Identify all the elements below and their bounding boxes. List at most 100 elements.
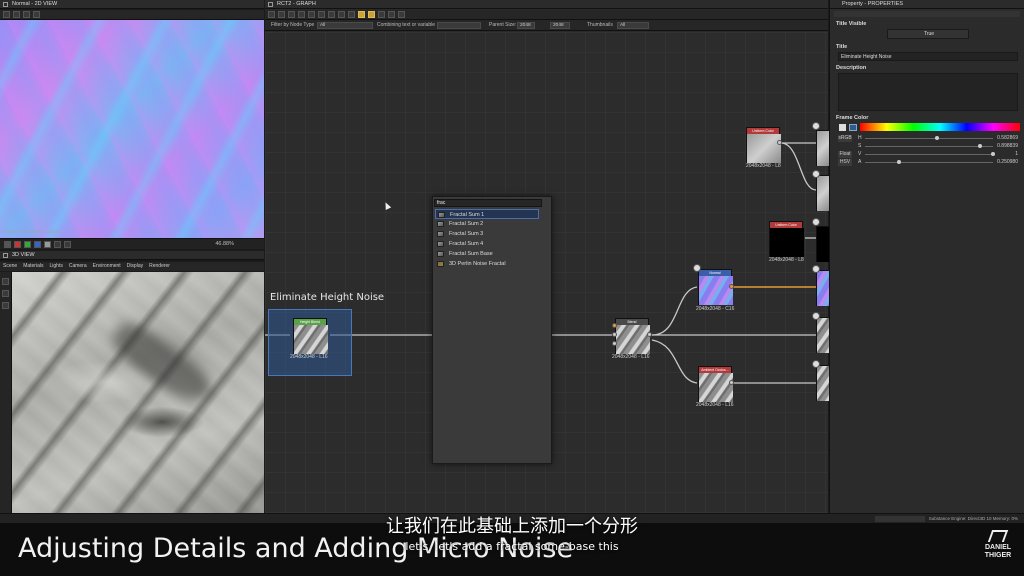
- node-settings-icon[interactable]: [812, 170, 820, 178]
- menu-renderer[interactable]: Renderer: [149, 262, 170, 271]
- normal-node[interactable]: Normal: [698, 269, 733, 305]
- link-icon[interactable]: [388, 11, 395, 18]
- float-mode-label[interactable]: Float: [838, 151, 852, 158]
- title-input[interactable]: Eliminate Height Noise: [838, 52, 1018, 61]
- fit-icon[interactable]: [64, 240, 71, 248]
- slider-knob[interactable]: [991, 152, 995, 156]
- output-port[interactable]: [777, 140, 782, 145]
- grid-icon[interactable]: [33, 11, 40, 18]
- hue-spectrum[interactable]: [860, 123, 1020, 131]
- layout-icon[interactable]: [298, 11, 305, 18]
- popup-item-fractal-sum-2[interactable]: Fractal Sum 2: [435, 219, 539, 229]
- fit-view-icon[interactable]: [268, 11, 275, 18]
- frame-title: Eliminate Height Noise: [270, 292, 385, 303]
- node-settings-icon[interactable]: [812, 265, 820, 273]
- menu-materials[interactable]: Materials: [23, 262, 43, 271]
- move-icon[interactable]: [2, 302, 9, 309]
- channels-icon[interactable]: [23, 11, 30, 18]
- settings-icon[interactable]: [398, 11, 405, 18]
- pin-icon[interactable]: [378, 11, 385, 18]
- menu-lights[interactable]: Lights: [49, 262, 62, 271]
- h-slider[interactable]: [865, 138, 993, 139]
- popup-item-3d-perlin-noise-fractal[interactable]: 3D Perlin Noise Fractal: [435, 259, 539, 269]
- v-slider[interactable]: [865, 154, 993, 155]
- hsv-mode-label[interactable]: HSV: [838, 159, 852, 166]
- description-textarea[interactable]: [838, 73, 1018, 111]
- snapshot-icon[interactable]: [288, 11, 295, 18]
- color-mode-label[interactable]: sRGB: [838, 135, 852, 142]
- output-port[interactable]: [729, 284, 734, 289]
- channel-rgb-icon[interactable]: [4, 240, 11, 248]
- channel-b-icon[interactable]: [34, 240, 41, 248]
- slider-knob[interactable]: [897, 160, 901, 164]
- parent-size-select[interactable]: 2048: [517, 22, 535, 29]
- node-settings-icon[interactable]: [812, 122, 820, 130]
- channel-a-icon[interactable]: [44, 240, 51, 248]
- align-left-icon[interactable]: [328, 11, 335, 18]
- 3d-rock-preview[interactable]: [12, 272, 264, 513]
- node-settings-icon[interactable]: [812, 312, 820, 320]
- node-search-input[interactable]: frac: [434, 199, 542, 207]
- popup-item-fractal-sum-4[interactable]: Fractal Sum 4: [435, 239, 539, 249]
- properties-collapse-bar[interactable]: [834, 11, 1020, 17]
- light-icon[interactable]: [2, 290, 9, 297]
- node-settings-icon[interactable]: [812, 218, 820, 226]
- blend-node[interactable]: Blend: [615, 318, 650, 354]
- frame-color-swatch[interactable]: [849, 124, 857, 131]
- slider-knob[interactable]: [978, 144, 982, 148]
- menu-display[interactable]: Display: [127, 262, 143, 271]
- node-icon: [438, 212, 445, 218]
- output-node-3[interactable]: [816, 226, 829, 262]
- zoom-in-icon[interactable]: [278, 11, 285, 18]
- combine-input[interactable]: [437, 22, 481, 29]
- popup-item-fractal-sum-1[interactable]: Fractal Sum 1: [435, 209, 539, 219]
- search-icon[interactable]: [308, 11, 315, 18]
- popup-item-fractal-sum-base[interactable]: Fractal Sum Base: [435, 249, 539, 259]
- uniform-color-node[interactable]: Uniform Color: [746, 127, 781, 163]
- channel-g-icon[interactable]: [24, 240, 31, 248]
- output-port[interactable]: [647, 332, 652, 337]
- share-icon[interactable]: [338, 11, 345, 18]
- node-settings-icon[interactable]: [693, 264, 701, 272]
- normal-map-preview[interactable]: [0, 20, 264, 238]
- camera-icon[interactable]: [13, 11, 20, 18]
- node-settings-icon[interactable]: [812, 360, 820, 368]
- save-icon[interactable]: [3, 11, 10, 18]
- size-select[interactable]: 2048: [550, 22, 570, 29]
- tile-icon[interactable]: [54, 240, 61, 248]
- menu-environment[interactable]: Environment: [93, 262, 121, 271]
- menu-scene[interactable]: Scene: [3, 262, 17, 271]
- height-node[interactable]: Height Blend: [293, 318, 328, 354]
- output-node-5[interactable]: [816, 317, 829, 353]
- thumbnails-select[interactable]: All: [617, 22, 649, 29]
- ambient-occlusion-node[interactable]: Ambient Occlus...: [698, 366, 733, 402]
- camera-icon[interactable]: [2, 278, 9, 285]
- uniform-black-node[interactable]: Uniform Color: [769, 221, 804, 257]
- output-node-2[interactable]: [816, 175, 829, 211]
- frame-icon[interactable]: [368, 11, 375, 18]
- a-value[interactable]: 0.250980: [997, 159, 1018, 166]
- v-value[interactable]: 1: [1015, 151, 1018, 158]
- comment-icon[interactable]: [358, 11, 365, 18]
- slider-knob[interactable]: [935, 136, 939, 140]
- channel-r-icon[interactable]: [14, 240, 21, 248]
- s-slider[interactable]: [865, 146, 993, 147]
- output-port[interactable]: [729, 380, 734, 385]
- menu-camera[interactable]: Camera: [69, 262, 87, 271]
- grid-icon[interactable]: [348, 11, 355, 18]
- properties-panel: Property - PROPERTIES Title Visible True…: [829, 0, 1024, 513]
- input-port[interactable]: [612, 332, 617, 337]
- title-visible-toggle[interactable]: True: [887, 29, 969, 39]
- align-icon[interactable]: [318, 11, 325, 18]
- output-node-4[interactable]: [816, 270, 829, 306]
- a-slider[interactable]: [865, 162, 993, 163]
- s-value[interactable]: 0.898839: [997, 143, 1018, 150]
- input-port[interactable]: [612, 341, 617, 346]
- popup-item-fractal-sum-3[interactable]: Fractal Sum 3: [435, 229, 539, 239]
- h-value[interactable]: 0.582869: [997, 135, 1018, 142]
- eyedropper-icon[interactable]: [839, 124, 846, 131]
- output-node-6[interactable]: [816, 365, 829, 401]
- output-node-1[interactable]: [816, 130, 829, 166]
- input-port[interactable]: [612, 323, 617, 328]
- filter-select[interactable]: All: [317, 22, 373, 29]
